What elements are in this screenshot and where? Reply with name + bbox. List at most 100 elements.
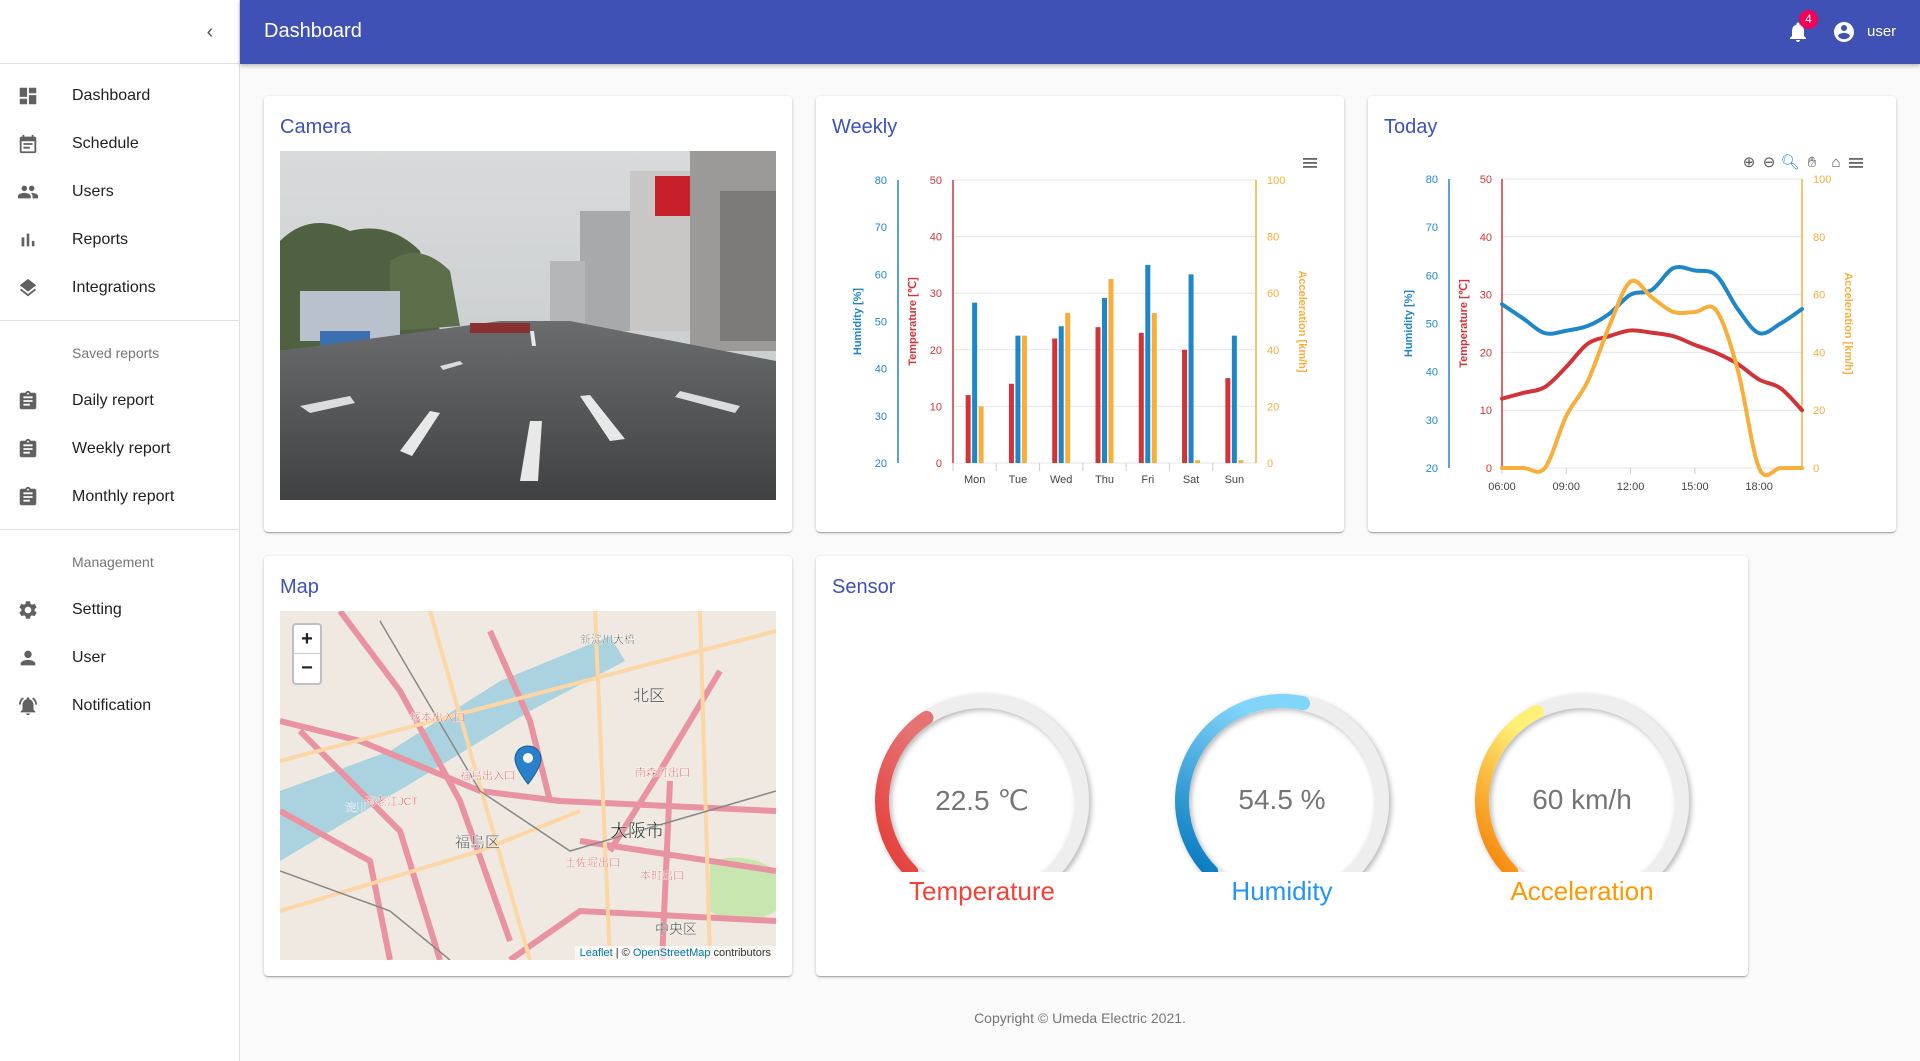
bar-acceleration[interactable] xyxy=(1108,279,1114,463)
attribution-text: contributors xyxy=(710,947,771,959)
pan-hand-icon[interactable]: ✋︎ xyxy=(1808,154,1817,171)
sidebar-item-user[interactable]: User xyxy=(0,634,239,682)
map-card: Map 北区 大阪市 福島区 中央区 塚本出入口 福島出入口 海老江JCT 新淀川大橋 南森町出… xyxy=(264,556,792,976)
humidity-tick-label: 20 xyxy=(1426,463,1438,475)
bar-temperature[interactable] xyxy=(1225,378,1231,463)
humidity-tick-label: 50 xyxy=(875,317,887,329)
section-management: Management xyxy=(72,554,154,570)
chart-menu-icon[interactable] xyxy=(1849,158,1863,168)
bar-humidity[interactable] xyxy=(1188,274,1194,463)
weekly-chart: 20 30 40 50 60 70 80 0 10 20 30 40 50 0 20 40 60 80 100 Hum… xyxy=(852,158,1317,486)
gauge-label: Acceleration xyxy=(1510,876,1654,906)
x-tick-label: 12:00 xyxy=(1617,481,1645,493)
acceleration-tick-label: 0 xyxy=(1813,463,1819,475)
map-attribution: Leaflet | © OpenStreetMap contributors xyxy=(574,946,776,960)
acceleration-tick-label: 60 xyxy=(1267,288,1279,300)
x-tick-label: Mon xyxy=(964,474,985,486)
bar-acceleration[interactable] xyxy=(1195,460,1201,463)
sidebar-item-label: Daily report xyxy=(72,392,154,409)
sidebar-item-users[interactable]: Users xyxy=(0,168,239,216)
sidebar: ‹ Dashboard Schedule Users Reports Integrati… xyxy=(0,0,240,1061)
zoom-in-icon[interactable]: ⊕ xyxy=(1743,154,1756,171)
bar-temperature[interactable] xyxy=(1182,349,1188,463)
sidebar-item-schedule[interactable]: Schedule xyxy=(0,120,239,168)
temperature-tick-label: 0 xyxy=(936,458,942,470)
bar-humidity[interactable] xyxy=(1058,326,1064,463)
humidity-tick-label: 40 xyxy=(875,364,887,376)
map-marker-icon[interactable] xyxy=(512,744,544,786)
temperature-tick-label: 40 xyxy=(1480,232,1492,244)
humidity-tick-label: 60 xyxy=(1426,270,1438,282)
sidebar-item-notification[interactable]: Notification xyxy=(0,682,239,730)
temperature-tick-label: 0 xyxy=(1486,463,1492,475)
map-view[interactable]: 北区 大阪市 福島区 中央区 塚本出入口 福島出入口 海老江JCT 新淀川大橋 南森町出口 土佐堀… xyxy=(280,611,776,960)
bar-temperature[interactable] xyxy=(965,395,971,463)
sensor-card: Sensor 22.5 ℃ Temperature 54.5 % Humidit… xyxy=(816,556,1748,976)
zoom-out-icon[interactable]: ⊖ xyxy=(1763,154,1776,171)
user-name[interactable]: user xyxy=(1867,23,1896,40)
bar-acceleration[interactable] xyxy=(1021,335,1027,463)
acceleration-axis-title: Acceleration [km/h] xyxy=(1296,270,1308,372)
notification-bell-icon xyxy=(18,697,38,716)
card-title: Map xyxy=(280,576,319,598)
map-label: 南森町出口 xyxy=(635,765,690,779)
acceleration-tick-label: 20 xyxy=(1813,405,1825,417)
chart-menu-icon[interactable] xyxy=(1303,158,1317,168)
bar-temperature[interactable] xyxy=(1008,383,1014,463)
sidebar-item-reports[interactable]: Reports xyxy=(0,216,239,264)
humidity-tick-label: 70 xyxy=(875,222,887,234)
section-saved-reports: Saved reports xyxy=(72,345,160,361)
zoom-out-button[interactable]: − xyxy=(294,654,320,683)
sidebar-item-daily-report[interactable]: Daily report xyxy=(0,377,239,425)
sidebar-item-label: Integrations xyxy=(72,279,156,296)
camera-card: Camera xyxy=(264,96,792,532)
divider xyxy=(0,320,239,321)
x-tick-label: 09:00 xyxy=(1553,481,1581,493)
clipboard-icon xyxy=(19,438,37,458)
line-temperature[interactable] xyxy=(1500,328,1804,413)
account-circle-icon[interactable] xyxy=(1832,20,1856,44)
calendar-icon xyxy=(19,134,37,154)
humidity-tick-label: 50 xyxy=(1426,319,1438,331)
map-label: 福島区 xyxy=(455,834,500,851)
sidebar-item-label: Setting xyxy=(72,601,122,618)
selection-zoom-icon[interactable]: 🔍︎ xyxy=(1780,154,1799,171)
bar-humidity[interactable] xyxy=(972,302,978,463)
bar-humidity[interactable] xyxy=(1102,297,1107,463)
leaflet-link[interactable]: Leaflet xyxy=(580,947,613,959)
sidebar-item-dashboard[interactable]: Dashboard xyxy=(0,72,239,120)
bar-acceleration[interactable] xyxy=(1151,313,1157,463)
bar-chart-icon xyxy=(21,233,35,247)
today-chart: 20 30 40 50 60 70 80 0 10 20 30 40 50 0 20 40 60 80 100 Hum… xyxy=(1403,154,1863,493)
osm-link[interactable]: OpenStreetMap xyxy=(633,947,711,959)
page-title: Dashboard xyxy=(264,20,362,42)
x-tick-label: Wed xyxy=(1050,474,1072,486)
bar-acceleration[interactable] xyxy=(1238,460,1244,463)
bar-humidity[interactable] xyxy=(1015,335,1021,463)
line-humidity[interactable] xyxy=(1500,264,1804,336)
reset-home-icon[interactable]: ⌂ xyxy=(1831,154,1840,171)
zoom-in-button[interactable]: + xyxy=(294,625,320,654)
bar-humidity[interactable] xyxy=(1145,264,1151,463)
map-label: 塚本出入口 xyxy=(410,710,465,724)
bar-temperature[interactable] xyxy=(1052,338,1058,463)
sidebar-item-integrations[interactable]: Integrations xyxy=(0,264,239,312)
humidity-tick-label: 80 xyxy=(875,175,887,187)
bar-humidity[interactable] xyxy=(1231,335,1237,463)
bar-acceleration[interactable] xyxy=(978,406,984,463)
sidebar-item-monthly-report[interactable]: Monthly report xyxy=(0,473,239,521)
humidity-tick-label: 40 xyxy=(1426,367,1438,379)
acceleration-tick-label: 80 xyxy=(1813,232,1825,244)
sidebar-item-setting[interactable]: Setting xyxy=(0,586,239,634)
bar-acceleration[interactable] xyxy=(1065,313,1071,463)
chevron-left-icon[interactable]: ‹ xyxy=(198,20,222,44)
sidebar-item-label: User xyxy=(72,649,106,666)
bar-temperature[interactable] xyxy=(1138,332,1144,463)
sidebar-item-label: Users xyxy=(72,183,114,200)
bar-temperature[interactable] xyxy=(1095,327,1101,463)
card-title: Camera xyxy=(280,116,352,138)
sidebar-item-weekly-report[interactable]: Weekly report xyxy=(0,425,239,473)
humidity-tick-label: 80 xyxy=(1426,174,1438,186)
gear-icon xyxy=(19,601,37,619)
map-label: 新淀川大橋 xyxy=(580,632,635,646)
